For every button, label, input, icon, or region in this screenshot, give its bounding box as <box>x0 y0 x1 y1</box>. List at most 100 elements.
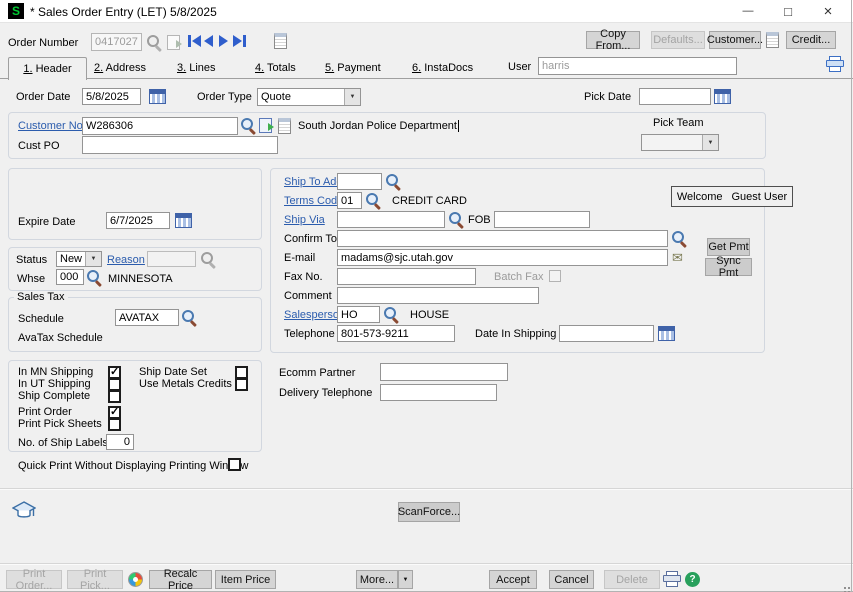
resize-grip[interactable] <box>842 581 850 589</box>
order-date-calendar-icon[interactable] <box>149 89 166 104</box>
more-dropdown-button[interactable]: ▼ <box>398 570 413 589</box>
order-type-select[interactable]: Quote ▼ <box>257 88 361 106</box>
fob-input[interactable] <box>494 211 590 228</box>
email-input[interactable] <box>337 249 668 266</box>
ship-via-link[interactable]: Ship Via <box>284 214 325 226</box>
email-envelope-icon[interactable]: ✉ <box>672 252 683 264</box>
reason-link[interactable]: Reason <box>107 254 145 266</box>
ecomm-partner-input[interactable] <box>380 363 508 381</box>
quick-print-checkbox[interactable]: ✓ <box>228 458 241 471</box>
salesperson-input[interactable] <box>337 306 380 323</box>
print-icon[interactable] <box>663 571 681 587</box>
training-cap-icon[interactable] <box>12 501 36 525</box>
order-number-input[interactable] <box>91 33 142 51</box>
print-pick-button[interactable]: Print Pick... <box>67 570 123 589</box>
ship-via-search-icon[interactable] <box>449 212 465 228</box>
maximize-button[interactable]: □ <box>768 0 808 22</box>
confirm-to-input[interactable] <box>337 230 668 247</box>
reason-search-icon[interactable] <box>201 252 217 268</box>
ship-to-addr-input[interactable] <box>337 173 382 190</box>
use-metals-credits-checkbox[interactable]: ✓ <box>235 378 248 391</box>
delete-button[interactable]: Delete <box>604 570 660 589</box>
status-select[interactable]: New ▼ <box>56 251 102 267</box>
tab-instadocs[interactable]: 6. InstaDocs <box>412 62 473 74</box>
tab-header[interactable]: 1. Header <box>8 57 87 80</box>
terms-code-link[interactable]: Terms Code <box>284 195 343 207</box>
print-order-button[interactable]: Print Order... <box>6 570 62 589</box>
recalc-price-button[interactable]: Recalc Price <box>149 570 212 589</box>
salesperson-search-icon[interactable] <box>384 307 400 323</box>
credit-button[interactable]: Credit... <box>786 31 836 49</box>
expire-date-input[interactable] <box>106 212 170 229</box>
price-wheel-icon[interactable] <box>128 572 143 587</box>
tab-totals[interactable]: 4. Totals <box>255 62 296 74</box>
terms-code-search-icon[interactable] <box>366 193 382 209</box>
check-icon: ✓ <box>110 368 119 377</box>
delivery-telephone-input[interactable] <box>380 384 497 401</box>
pick-team-select[interactable]: ▼ <box>641 134 719 151</box>
cust-po-input[interactable] <box>82 136 278 154</box>
customer-button[interactable]: Customer... <box>709 31 761 49</box>
defaults-button[interactable]: Defaults... <box>651 31 705 49</box>
no-ship-labels-input[interactable] <box>106 434 134 450</box>
nav-last-button[interactable] <box>233 35 246 47</box>
tab-payment[interactable]: 5. Payment <box>325 62 381 74</box>
pick-date-input[interactable] <box>639 88 711 105</box>
tab-address[interactable]: 2. Address <box>94 62 146 74</box>
order-number-search-icon[interactable] <box>147 35 163 51</box>
sync-pmt-button[interactable]: Sync Pmt <box>705 258 752 276</box>
comment-input[interactable] <box>337 287 539 304</box>
chevron-down-icon[interactable]: ▼ <box>344 89 360 105</box>
sales-tax-legend: Sales Tax <box>14 291 68 303</box>
schedule-input[interactable] <box>115 309 179 326</box>
date-in-shipping-calendar-icon[interactable] <box>658 326 675 341</box>
title-bar: S * Sales Order Entry (LET) 5/8/2025 — □… <box>0 0 853 23</box>
schedule-search-icon[interactable] <box>182 310 198 326</box>
customer-memo2-icon[interactable] <box>278 118 291 134</box>
cancel-button[interactable]: Cancel <box>549 570 594 589</box>
nav-previous-button[interactable] <box>204 35 213 47</box>
customer-memo-icon[interactable] <box>766 32 779 48</box>
accept-button[interactable]: Accept <box>489 570 537 589</box>
terms-code-input[interactable] <box>337 192 362 209</box>
tab-lines[interactable]: 3. Lines <box>177 62 216 74</box>
get-pmt-button[interactable]: Get Pmt <box>707 238 750 256</box>
customer-no-link[interactable]: Customer No. <box>18 120 86 132</box>
nav-next-button[interactable] <box>219 35 228 47</box>
copy-from-button[interactable]: Copy From... <box>586 31 640 49</box>
confirm-to-search-icon[interactable] <box>672 231 688 247</box>
order-memo-icon[interactable] <box>274 33 287 49</box>
paperless-printer-icon[interactable] <box>826 56 844 72</box>
print-pick-sheets-checkbox[interactable]: ✓ <box>108 418 121 431</box>
telephone-input[interactable] <box>337 325 455 342</box>
close-button[interactable]: × <box>808 0 848 22</box>
item-price-button[interactable]: Item Price <box>215 570 276 589</box>
next-order-number-icon[interactable] <box>167 35 180 50</box>
chevron-down-icon[interactable]: ▼ <box>702 135 718 150</box>
nav-first-button[interactable] <box>188 35 201 47</box>
minimize-button[interactable]: — <box>728 0 768 22</box>
chevron-down-icon[interactable]: ▼ <box>85 252 101 266</box>
scanforce-button[interactable]: ScanForce... <box>398 502 460 522</box>
whse-input[interactable] <box>56 269 84 285</box>
expire-date-calendar-icon[interactable] <box>175 213 192 228</box>
salesperson-link[interactable]: Salesperson <box>284 309 345 321</box>
order-date-input[interactable] <box>82 88 141 105</box>
batch-fax-checkbox[interactable]: ✓ <box>549 270 561 282</box>
date-in-shipping-input[interactable] <box>559 325 654 342</box>
fax-no-input[interactable] <box>337 268 476 285</box>
more-button[interactable]: More... <box>356 570 398 589</box>
ship-to-addr-search-icon[interactable] <box>386 174 402 190</box>
whse-search-icon[interactable] <box>87 270 103 286</box>
pick-date-label: Pick Date <box>584 91 631 103</box>
ship-complete-checkbox[interactable]: ✓ <box>108 390 121 403</box>
help-icon[interactable]: ? <box>685 572 700 587</box>
customer-search-icon[interactable] <box>241 118 257 134</box>
user-input[interactable] <box>538 57 737 75</box>
order-date-label: Order Date <box>16 91 70 103</box>
pick-date-calendar-icon[interactable] <box>714 89 731 104</box>
customer-copy-icon[interactable] <box>259 118 272 133</box>
ship-via-input[interactable] <box>337 211 445 228</box>
reason-input[interactable] <box>147 251 196 267</box>
customer-no-input[interactable] <box>82 117 238 135</box>
